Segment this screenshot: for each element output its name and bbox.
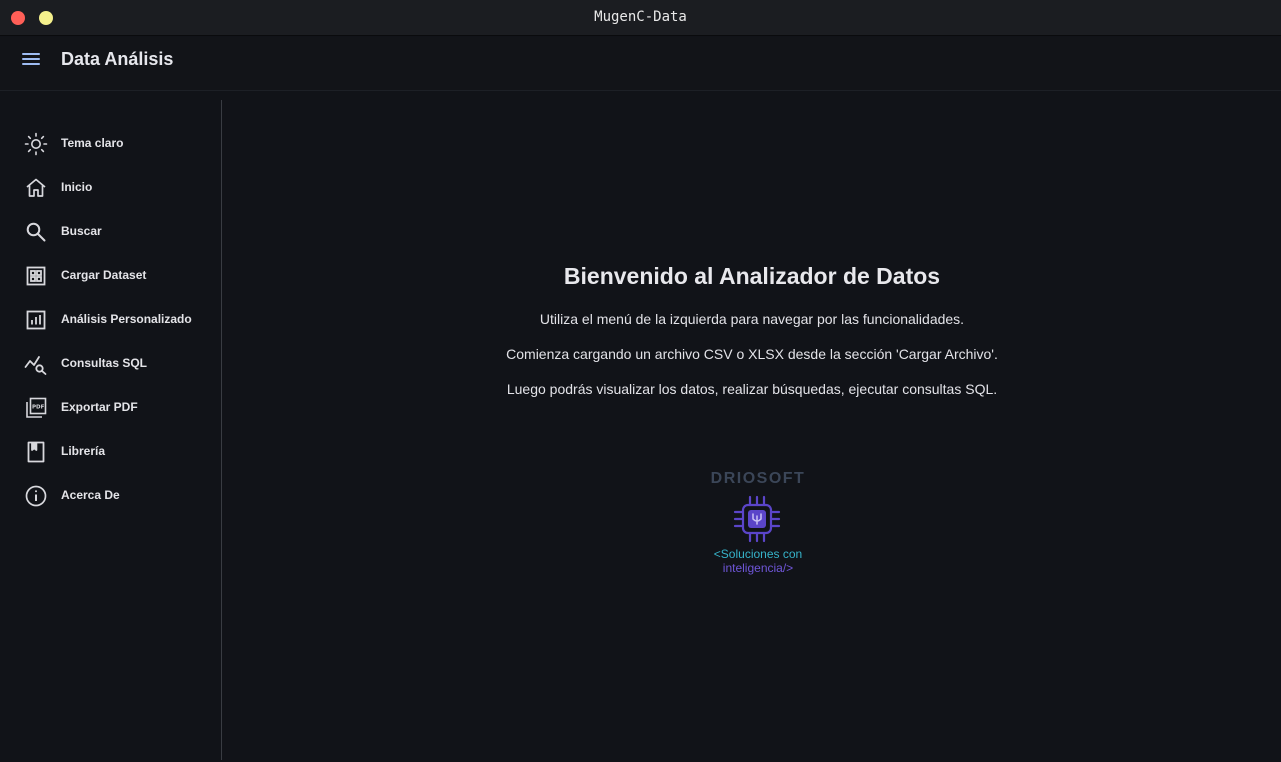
logo-tagline: <Soluciones con bbox=[713, 547, 803, 561]
svg-text:PDF: PDF bbox=[32, 405, 45, 411]
sidebar-item-label: Acerca De bbox=[61, 488, 120, 502]
sidebar-item-libreria[interactable]: Librería bbox=[12, 430, 217, 470]
hamburger-menu-icon[interactable] bbox=[16, 47, 46, 71]
grid-icon bbox=[24, 264, 48, 288]
logo-brand: DRIOSOFT bbox=[710, 470, 806, 487]
window-titlebar: MugenC-Data bbox=[0, 0, 1281, 36]
welcome-line: Luego podrás visualizar los datos, reali… bbox=[506, 381, 998, 397]
app-title: Data Análisis bbox=[61, 49, 174, 69]
sidebar-item-label: Cargar Dataset bbox=[61, 268, 147, 282]
main-content: Bienvenido al Analizador de Datos Utiliz… bbox=[223, 92, 1281, 762]
sun-icon bbox=[24, 132, 48, 156]
sidebar-item-analisis-personalizado[interactable]: Análisis Personalizado bbox=[12, 298, 217, 338]
info-icon bbox=[24, 484, 48, 508]
sidebar-item-label: Tema claro bbox=[61, 136, 124, 150]
welcome-line: Utiliza el menú de la izquierda para nav… bbox=[539, 311, 965, 327]
book-icon bbox=[24, 440, 48, 464]
search-icon bbox=[24, 220, 48, 244]
sidebar-item-label: Librería bbox=[61, 444, 106, 458]
logo-tagline: inteligencia/> bbox=[722, 561, 794, 575]
driosoft-logo: DRIOSOFT <Soluciones con inteligencia/> bbox=[693, 470, 823, 580]
sidebar-item-label: Inicio bbox=[61, 180, 93, 194]
app-bar: Data Análisis bbox=[0, 37, 1281, 91]
sidebar-item-label: Exportar PDF bbox=[61, 400, 138, 414]
sidebar-item-label: Buscar bbox=[61, 224, 102, 238]
sidebar-item-consultas-sql[interactable]: Consultas SQL bbox=[12, 342, 217, 382]
chip-icon bbox=[730, 492, 784, 546]
analytics-chart-icon bbox=[24, 308, 48, 332]
sidebar: Tema claro Inicio Buscar Cargar Dataset … bbox=[12, 100, 222, 760]
welcome-title: Bienvenido al Analizador de Datos bbox=[563, 263, 941, 289]
sidebar-item-exportar-pdf[interactable]: PDF Exportar PDF bbox=[12, 386, 217, 426]
sidebar-item-inicio[interactable]: Inicio bbox=[12, 166, 217, 206]
sidebar-item-acerca-de[interactable]: Acerca De bbox=[12, 474, 217, 514]
sidebar-item-label: Consultas SQL bbox=[61, 356, 148, 370]
query-stats-icon bbox=[24, 352, 48, 376]
sidebar-item-buscar[interactable]: Buscar bbox=[12, 210, 217, 250]
sidebar-item-tema-claro[interactable]: Tema claro bbox=[12, 122, 217, 162]
window-title: MugenC-Data bbox=[594, 9, 687, 25]
home-icon bbox=[24, 176, 48, 200]
pdf-icon: PDF bbox=[24, 396, 48, 420]
sidebar-item-cargar-dataset[interactable]: Cargar Dataset bbox=[12, 254, 217, 294]
welcome-line: Comienza cargando un archivo CSV o XLSX … bbox=[506, 346, 998, 362]
sidebar-item-label: Análisis Personalizado bbox=[61, 312, 192, 326]
